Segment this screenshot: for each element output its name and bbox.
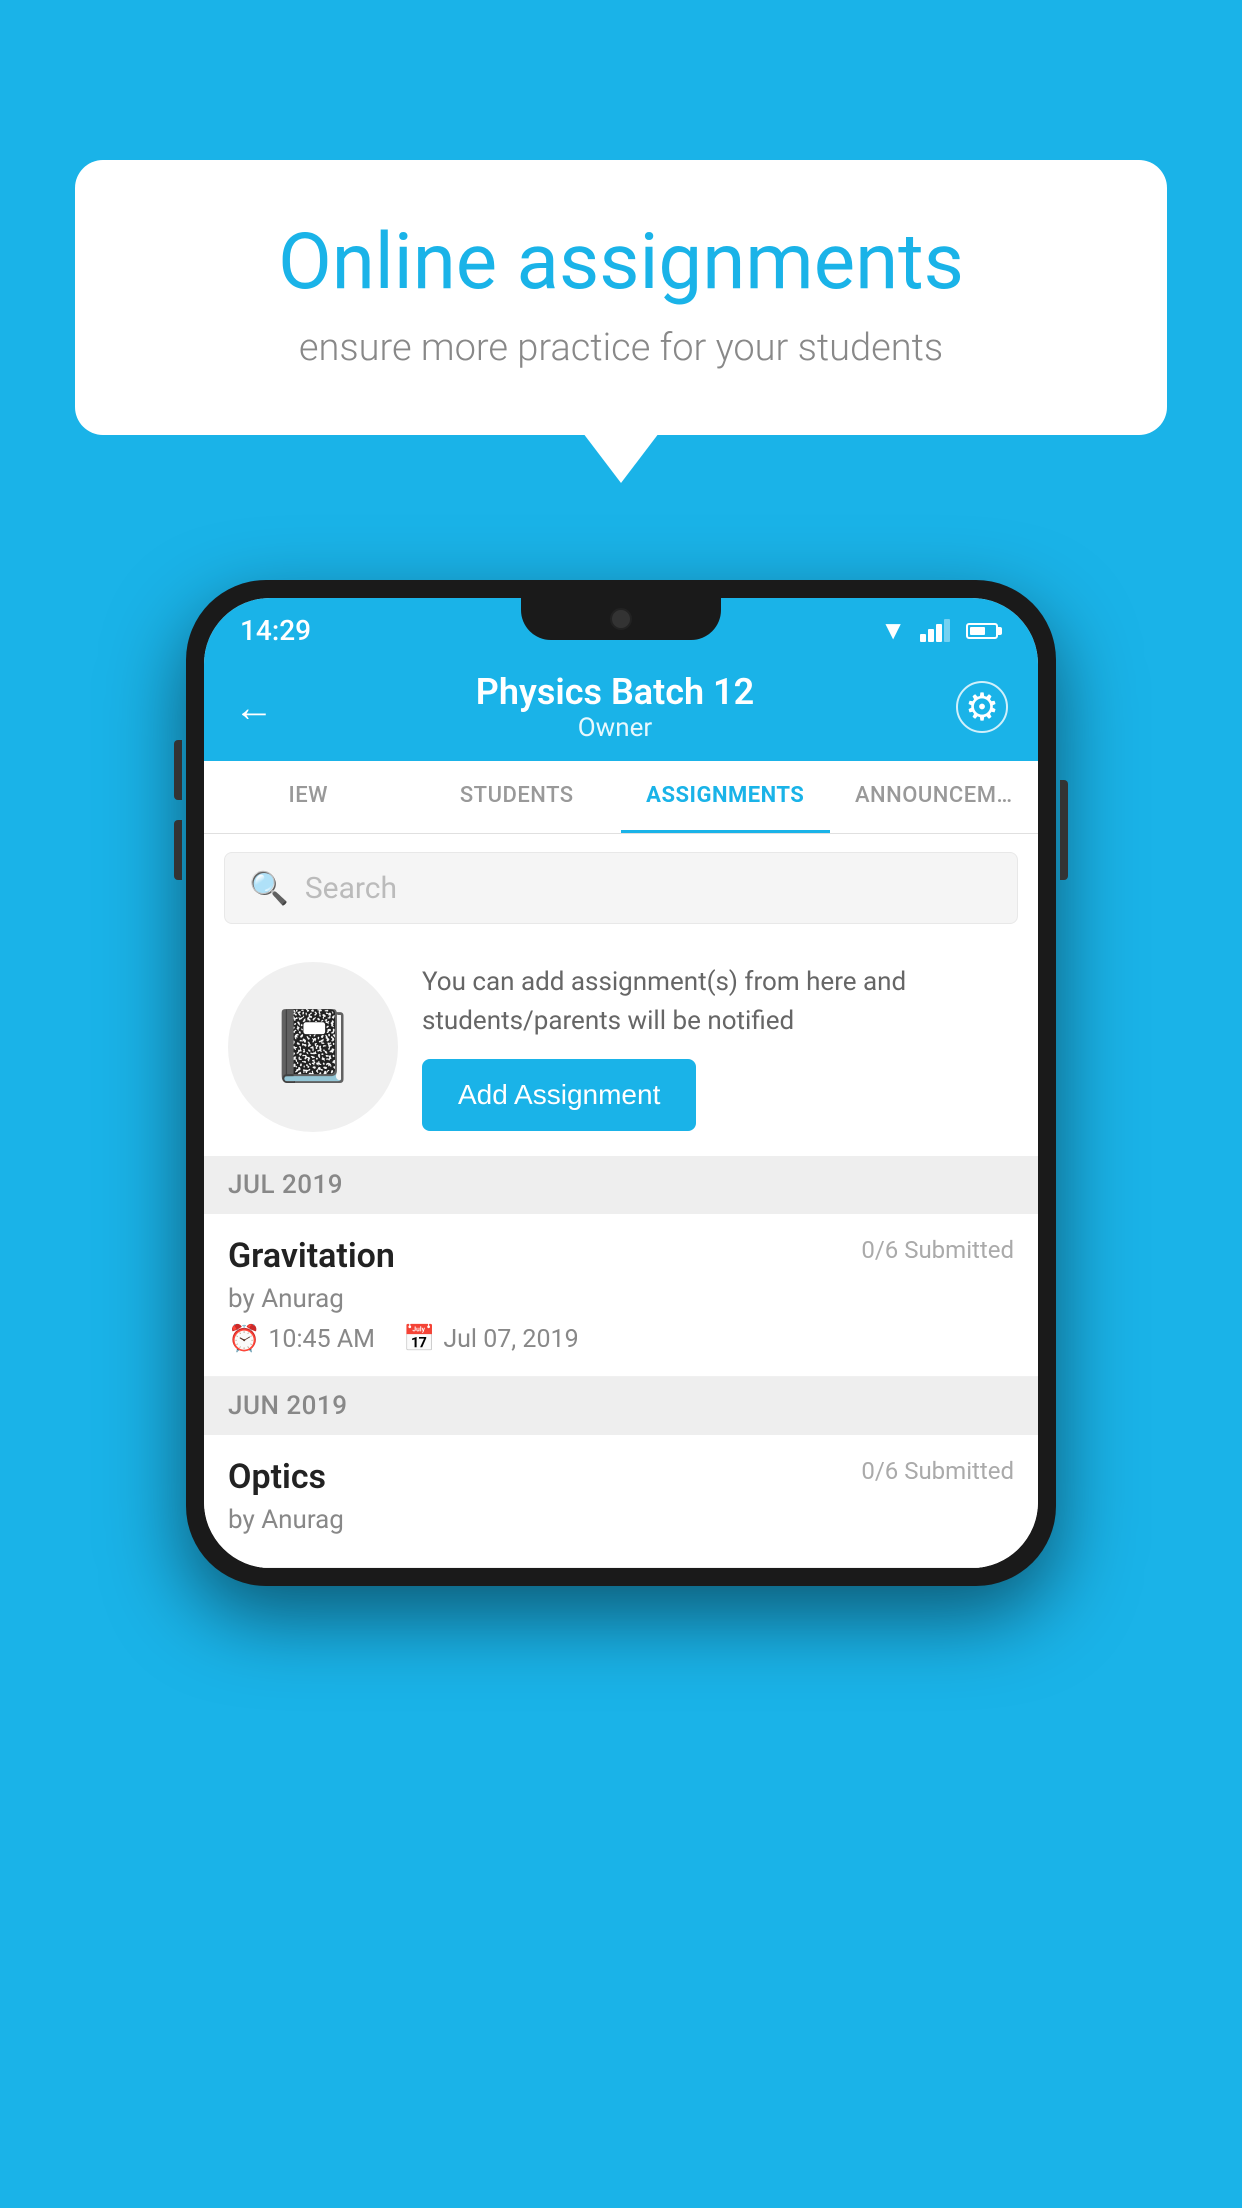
month-section-jun: JUN 2019	[204, 1377, 1038, 1435]
assignment-submitted-gravitation: 0/6 Submitted	[861, 1236, 1014, 1264]
phone-screen: 14:29 ▼	[204, 598, 1038, 1568]
tab-bar: IEW STUDENTS ASSIGNMENTS ANNOUNCEM…	[204, 761, 1038, 834]
app-header: ← Physics Batch 12 Owner ⚙	[204, 653, 1038, 761]
tab-students[interactable]: STUDENTS	[413, 761, 622, 833]
tab-iew[interactable]: IEW	[204, 761, 413, 833]
notebook-icon: 📓	[269, 1006, 356, 1088]
signal-icon	[920, 619, 950, 642]
header-title: Physics Batch 12	[476, 671, 754, 713]
assignment-gravitation[interactable]: Gravitation 0/6 Submitted by Anurag ⏰ 10…	[204, 1214, 1038, 1377]
search-container: 🔍 Search	[204, 834, 1038, 942]
status-icons: ▼	[880, 615, 1002, 646]
header-subtitle: Owner	[476, 713, 754, 743]
search-icon: 🔍	[249, 869, 289, 907]
phone-mockup: 14:29 ▼	[186, 580, 1056, 1586]
front-camera	[610, 608, 632, 630]
assignment-date-value: Jul 07, 2019	[443, 1325, 578, 1354]
wifi-icon: ▼	[880, 615, 906, 646]
volume-down-button	[174, 820, 182, 880]
status-time: 14:29	[240, 614, 311, 647]
bubble-subtitle: ensure more practice for your students	[145, 326, 1097, 370]
assignment-submitted-optics: 0/6 Submitted	[861, 1457, 1014, 1485]
tab-announcements[interactable]: ANNOUNCEM…	[830, 761, 1039, 833]
assignment-by-optics: by Anurag	[228, 1505, 1014, 1535]
assignment-top-row-optics: Optics 0/6 Submitted	[228, 1457, 1014, 1497]
assignment-name-gravitation: Gravitation	[228, 1236, 395, 1276]
speech-bubble-container: Online assignments ensure more practice …	[75, 160, 1167, 435]
header-center: Physics Batch 12 Owner	[476, 671, 754, 743]
search-bar[interactable]: 🔍 Search	[224, 852, 1018, 924]
assignment-meta-gravitation: ⏰ 10:45 AM 📅 Jul 07, 2019	[228, 1324, 1014, 1354]
phone-body: 14:29 ▼	[186, 580, 1056, 1586]
search-placeholder: Search	[305, 871, 397, 906]
assignment-name-optics: Optics	[228, 1457, 326, 1497]
promo-text-area: You can add assignment(s) from here and …	[422, 963, 1014, 1131]
promo-icon-circle: 📓	[228, 962, 398, 1132]
power-button	[1060, 780, 1068, 880]
month-label-jul: JUL 2019	[228, 1170, 343, 1200]
assignment-by-gravitation: by Anurag	[228, 1284, 1014, 1314]
phone-notch	[521, 598, 721, 640]
add-assignment-button[interactable]: Add Assignment	[422, 1059, 696, 1131]
promo-description: You can add assignment(s) from here and …	[422, 963, 1014, 1041]
tab-assignments[interactable]: ASSIGNMENTS	[621, 761, 830, 833]
month-label-jun: JUN 2019	[228, 1391, 347, 1421]
assignment-top-row: Gravitation 0/6 Submitted	[228, 1236, 1014, 1276]
settings-icon[interactable]: ⚙	[956, 681, 1008, 733]
calendar-icon: 📅	[403, 1324, 435, 1354]
assignment-date: 📅 Jul 07, 2019	[403, 1324, 579, 1354]
assignment-time: ⏰ 10:45 AM	[228, 1324, 375, 1354]
add-assignment-promo: 📓 You can add assignment(s) from here an…	[204, 942, 1038, 1156]
assignment-optics[interactable]: Optics 0/6 Submitted by Anurag	[204, 1435, 1038, 1568]
back-button[interactable]: ←	[234, 684, 274, 731]
speech-bubble: Online assignments ensure more practice …	[75, 160, 1167, 435]
month-section-jul: JUL 2019	[204, 1156, 1038, 1214]
assignment-time-value: 10:45 AM	[268, 1325, 375, 1354]
volume-up-button	[174, 740, 182, 800]
battery-icon	[966, 623, 1002, 639]
clock-icon: ⏰	[228, 1324, 260, 1354]
bubble-title: Online assignments	[145, 220, 1097, 306]
